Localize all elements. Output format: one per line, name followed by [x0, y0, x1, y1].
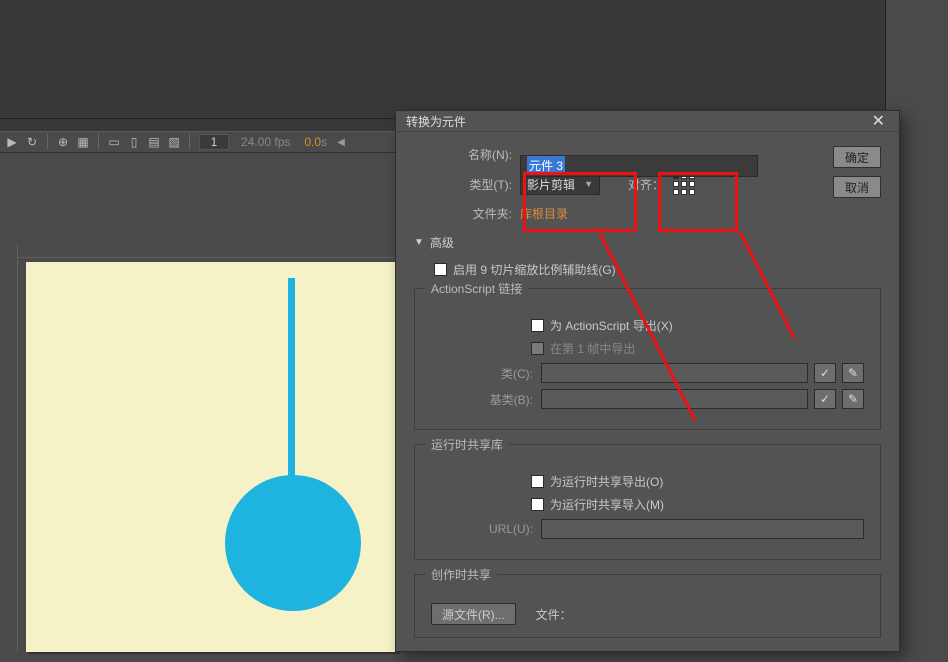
- chevron-down-icon: ▼: [584, 179, 593, 189]
- author-share-fieldset: 创作时共享 源文件(R)... 文件：: [414, 574, 881, 638]
- name-label: 名称(N):: [414, 146, 520, 163]
- tool-icon-3[interactable]: ▤: [146, 134, 162, 150]
- dialog-title: 转换为元件: [406, 113, 466, 130]
- current-frame-field[interactable]: 1: [199, 134, 229, 150]
- toolbar-separator: [189, 134, 190, 150]
- time-display: 0.0s: [304, 135, 327, 149]
- toolbar-separator: [47, 134, 48, 150]
- convert-to-symbol-dialog: 转换为元件 ✕ 确定 取消 名称(N): 元件 3 类型(T): 影片剪辑 ▼ …: [395, 110, 900, 652]
- advanced-toggle[interactable]: ▼ 高级: [414, 234, 881, 251]
- tool-icon-2[interactable]: ▯: [126, 134, 142, 150]
- advanced-label: 高级: [430, 234, 454, 251]
- time-unit: s: [321, 135, 327, 149]
- url-input: [541, 519, 864, 539]
- close-icon[interactable]: ✕: [868, 111, 889, 131]
- file-label: 文件：: [536, 606, 572, 623]
- export-as-checkbox[interactable]: [531, 319, 544, 332]
- play-icon[interactable]: ▶: [4, 134, 20, 150]
- author-share-legend: 创作时共享: [425, 566, 497, 583]
- folder-link[interactable]: 库根目录: [520, 205, 568, 222]
- runtime-export-label: 为运行时共享导出(O): [550, 473, 663, 490]
- type-value: 影片剪辑: [527, 176, 575, 193]
- runtime-import-checkbox[interactable]: [531, 498, 544, 511]
- dialog-body: 确定 取消 名称(N): 元件 3 类型(T): 影片剪辑 ▼ 对齐：: [396, 132, 899, 662]
- time-value: 0.0: [304, 135, 321, 149]
- class-check-button[interactable]: ✓: [814, 363, 836, 383]
- nine-slice-checkbox[interactable]: [434, 263, 447, 276]
- dialog-titlebar[interactable]: 转换为元件 ✕: [396, 111, 899, 132]
- runtime-share-legend: 运行时共享库: [425, 436, 509, 453]
- nine-slice-label: 启用 9 切片缩放比例辅助线(G): [453, 261, 616, 278]
- ok-button[interactable]: 确定: [833, 146, 881, 168]
- cancel-button[interactable]: 取消: [833, 176, 881, 198]
- ruler-vertical: [4, 244, 18, 652]
- export-frame1-label: 在第 1 帧中导出: [550, 340, 635, 357]
- class-label: 类(C):: [431, 365, 541, 382]
- runtime-import-label: 为运行时共享导入(M): [550, 496, 664, 513]
- actionscript-legend: ActionScript 链接: [425, 280, 528, 297]
- type-label: 类型(T):: [414, 176, 520, 193]
- align-label: 对齐：: [610, 176, 670, 193]
- scroll-left-icon[interactable]: ◀: [337, 137, 345, 148]
- base-class-label: 基类(B):: [431, 391, 541, 408]
- loop-icon[interactable]: ↻: [24, 134, 40, 150]
- canvas[interactable]: [26, 262, 398, 652]
- export-as-label: 为 ActionScript 导出(X): [550, 317, 673, 334]
- base-class-edit-button[interactable]: ✎: [842, 389, 864, 409]
- name-value-text: 元件 3: [527, 156, 565, 175]
- class-input: [541, 363, 808, 383]
- dialog-button-stack: 确定 取消: [833, 146, 881, 206]
- center-icon[interactable]: ⊕: [55, 134, 71, 150]
- base-class-input: [541, 389, 808, 409]
- export-frame1-checkbox: [531, 342, 544, 355]
- source-file-button[interactable]: 源文件(R)...: [431, 603, 516, 625]
- fps-display: 24.00 fps: [241, 135, 290, 149]
- onion-icon[interactable]: ▦: [75, 134, 91, 150]
- tool-icon-1[interactable]: ▭: [106, 134, 122, 150]
- base-class-check-button[interactable]: ✓: [814, 389, 836, 409]
- class-edit-button[interactable]: ✎: [842, 363, 864, 383]
- actionscript-fieldset: ActionScript 链接 为 ActionScript 导出(X) 在第 …: [414, 288, 881, 430]
- toolbar-separator: [98, 134, 99, 150]
- folder-label: 文件夹:: [414, 205, 520, 222]
- url-label: URL(U):: [431, 522, 541, 536]
- tool-icon-4[interactable]: ▧: [166, 134, 182, 150]
- runtime-export-checkbox[interactable]: [531, 475, 544, 488]
- shape-circle[interactable]: [225, 475, 361, 611]
- runtime-share-fieldset: 运行时共享库 为运行时共享导出(O) 为运行时共享导入(M) URL(U):: [414, 444, 881, 560]
- triangle-down-icon: ▼: [414, 237, 424, 248]
